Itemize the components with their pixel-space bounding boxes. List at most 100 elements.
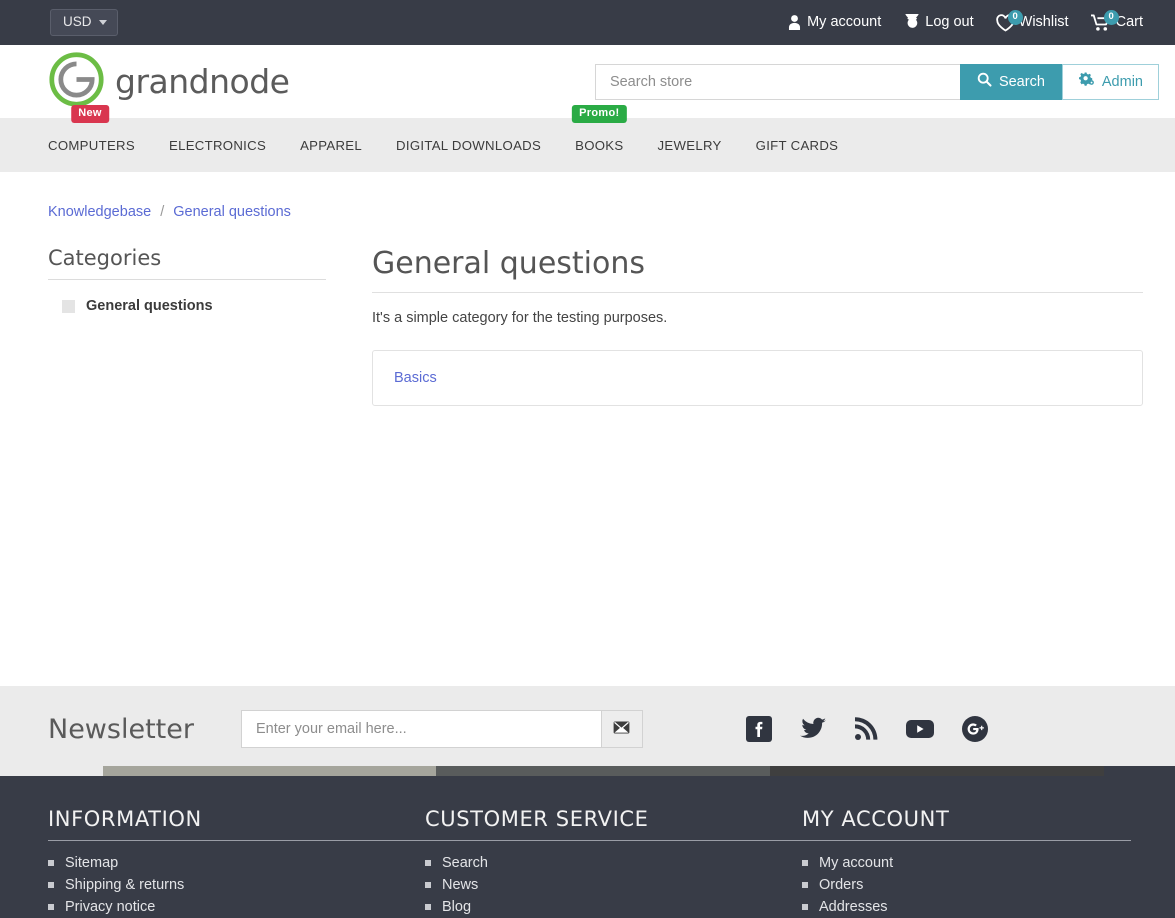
- newsletter-inner: Newsletter: [48, 710, 1159, 748]
- footer-link-shipping-returns[interactable]: Shipping & returns: [65, 877, 184, 893]
- strip-segment: [436, 766, 770, 776]
- list-item[interactable]: Search: [425, 852, 802, 874]
- newsletter-subscribe-button[interactable]: [600, 710, 643, 748]
- nav-item-books[interactable]: Promo! BOOKS: [558, 104, 640, 153]
- list-item[interactable]: Addresses: [802, 896, 1131, 918]
- strip-segment: [1104, 766, 1175, 776]
- cart-icon: 0: [1090, 9, 1119, 32]
- wishlist-label: Wishlist: [1018, 14, 1069, 31]
- footer-column-my-account: MY ACCOUNT My account Orders Addresses: [802, 807, 1159, 918]
- list-item[interactable]: My account: [802, 852, 1131, 874]
- google-plus-icon[interactable]: [961, 715, 989, 743]
- breadcrumb-current[interactable]: General questions: [173, 204, 291, 220]
- cart-label: Cart: [1115, 14, 1143, 31]
- nav-item-electronics[interactable]: ELECTRONICS: [152, 138, 283, 153]
- sidebar-item-general-questions[interactable]: General questions: [48, 294, 326, 318]
- article-card: Basics: [372, 350, 1143, 406]
- nav-item-jewelry[interactable]: JEWELRY: [641, 138, 739, 153]
- square-bullet-icon: [802, 860, 808, 866]
- footer-heading-my-account: MY ACCOUNT: [802, 807, 1131, 841]
- social-links: [745, 715, 1159, 743]
- footer-heading-customer-service: CUSTOMER SERVICE: [425, 807, 802, 841]
- square-bullet-icon: [802, 882, 808, 888]
- main-column: General questions It's a simple category…: [326, 246, 1159, 406]
- log-out-label: Log out: [925, 14, 974, 31]
- footer-link-addresses[interactable]: Addresses: [819, 899, 888, 915]
- nav-label-computers: COMPUTERS: [48, 137, 135, 153]
- newsletter-title: Newsletter: [48, 713, 194, 745]
- footer-link-blog[interactable]: Blog: [442, 899, 471, 915]
- newsletter-email-input[interactable]: [240, 710, 601, 748]
- footer-column-information: INFORMATION Sitemap Shipping & returns P…: [48, 807, 425, 918]
- youtube-icon[interactable]: [905, 717, 935, 741]
- currency-selector[interactable]: USD: [50, 9, 118, 36]
- my-account-label: My account: [807, 14, 882, 31]
- nav-item-apparel[interactable]: APPAREL: [283, 138, 379, 153]
- breadcrumb-separator: /: [160, 204, 165, 220]
- main-navigation: New COMPUTERS ELECTRONICS APPAREL DIGITA…: [0, 104, 1175, 172]
- article-link-basics[interactable]: Basics: [394, 370, 437, 386]
- nav-items: New COMPUTERS ELECTRONICS APPAREL DIGITA…: [48, 104, 856, 153]
- square-bullet-icon: [425, 882, 431, 888]
- square-bullet-icon: [62, 299, 75, 313]
- square-bullet-icon: [425, 904, 431, 910]
- nav-label-digital-downloads: DIGITAL DOWNLOADS: [396, 137, 542, 153]
- footer-link-my-account[interactable]: My account: [819, 855, 893, 871]
- footer-link-search[interactable]: Search: [442, 855, 488, 871]
- rss-icon[interactable]: [853, 716, 879, 742]
- nav-badge-promo: Promo!: [572, 104, 627, 123]
- twitter-icon[interactable]: [799, 716, 827, 742]
- facebook-icon[interactable]: [745, 715, 773, 743]
- log-out-link[interactable]: Log out: [903, 13, 974, 32]
- footer-link-orders[interactable]: Orders: [819, 877, 863, 893]
- list-item[interactable]: Orders: [802, 874, 1131, 896]
- strip-segment: [0, 766, 103, 776]
- nav-label-jewelry: JEWELRY: [657, 137, 722, 153]
- list-item[interactable]: Sitemap: [48, 852, 425, 874]
- sidebar: Categories General questions: [48, 246, 326, 406]
- nav-item-gift-cards[interactable]: GIFT CARDS: [739, 138, 856, 153]
- top-bar-links: My account Log out 0 Wishlist 0 Cart: [786, 9, 1159, 32]
- footer-link-privacy-notice[interactable]: Privacy notice: [65, 899, 155, 915]
- site-logo[interactable]: grandnode: [48, 51, 290, 113]
- currency-value: USD: [63, 14, 92, 30]
- nav-label-electronics: ELECTRONICS: [168, 137, 267, 153]
- wishlist-link[interactable]: 0 Wishlist: [995, 9, 1069, 32]
- square-bullet-icon: [48, 904, 54, 910]
- footer-columns: INFORMATION Sitemap Shipping & returns P…: [48, 776, 1159, 918]
- search-input[interactable]: [594, 63, 960, 100]
- footer-list-customer-service: Search News Blog: [425, 852, 802, 918]
- envelope-icon: [613, 721, 630, 737]
- scroll-strip: [0, 766, 1175, 776]
- nav-item-computers[interactable]: New COMPUTERS: [48, 104, 152, 153]
- search-button[interactable]: Search: [959, 63, 1062, 100]
- footer-link-sitemap[interactable]: Sitemap: [65, 855, 118, 871]
- top-bar: USD My account Log out 0 Wishlist 0 Cart: [0, 0, 1175, 45]
- nav-badge-new: New: [71, 104, 109, 123]
- search-icon: [977, 72, 992, 91]
- nav-label-gift-cards: GIFT CARDS: [755, 137, 839, 153]
- nav-item-digital-downloads[interactable]: DIGITAL DOWNLOADS: [379, 138, 558, 153]
- list-item[interactable]: News: [425, 874, 802, 896]
- admin-button[interactable]: Admin: [1061, 63, 1159, 100]
- page-title: General questions: [372, 246, 1143, 293]
- list-item[interactable]: Privacy notice: [48, 896, 425, 918]
- square-bullet-icon: [802, 904, 808, 910]
- strip-segment: [103, 766, 436, 776]
- page-description: It's a simple category for the testing p…: [372, 310, 668, 326]
- power-icon: [903, 13, 921, 32]
- page-content: Knowledgebase / General questions Catego…: [0, 204, 1175, 406]
- admin-button-label: Admin: [1101, 73, 1143, 90]
- logo-text: grandnode: [115, 62, 290, 101]
- footer-heading-information: INFORMATION: [48, 807, 425, 841]
- footer-column-customer-service: CUSTOMER SERVICE Search News Blog: [425, 807, 802, 918]
- sidebar-title: Categories: [48, 246, 326, 280]
- list-item[interactable]: Shipping & returns: [48, 874, 425, 896]
- cart-link[interactable]: 0 Cart: [1090, 9, 1143, 32]
- my-account-link[interactable]: My account: [786, 14, 881, 31]
- footer-link-news[interactable]: News: [442, 877, 478, 893]
- breadcrumb-knowledgebase[interactable]: Knowledgebase: [48, 204, 151, 220]
- cogs-icon: [1078, 72, 1095, 91]
- list-item[interactable]: Blog: [425, 896, 802, 918]
- wishlist-count-badge: 0: [1007, 9, 1023, 25]
